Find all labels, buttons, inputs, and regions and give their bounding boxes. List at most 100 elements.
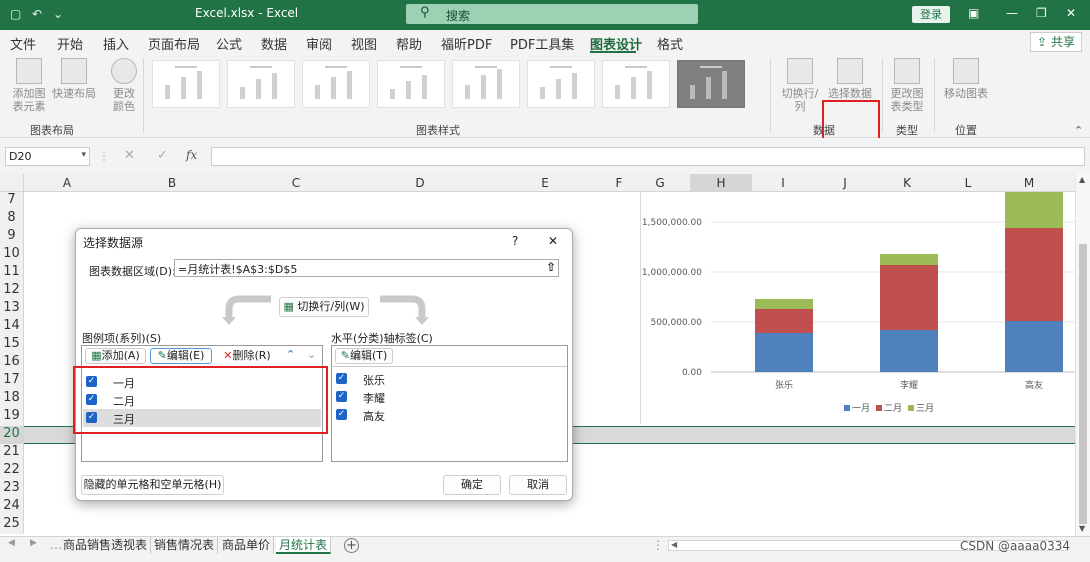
autosave-icon[interactable]: ▢ [10,7,21,21]
minimize-icon[interactable]: — [1006,6,1018,20]
chevron-down-icon[interactable]: ▾ [81,150,86,160]
search-box[interactable]: ⚲ 搜索 [406,4,698,24]
scroll-down-icon[interactable]: ▼ [1079,524,1085,533]
col-header-m[interactable]: M [998,176,1060,190]
menu-page-layout[interactable]: 页面布局 [148,34,200,53]
chart-styles-gallery[interactable] [148,54,768,120]
login-button[interactable]: 登录 [912,6,950,23]
vertical-scrollbar[interactable]: ▲ ▼ [1075,174,1090,536]
add-series-button[interactable]: ▦添加(A) [85,348,146,364]
sheet-tab[interactable]: 商品销售透视表 [60,537,152,554]
row-header[interactable]: 25 [0,516,24,534]
sheet-tab[interactable]: 销售情况表 [151,537,219,554]
menu-help[interactable]: 帮助 [396,34,422,53]
customize-quick-access-icon[interactable]: ⌄ [53,7,63,21]
col-header-h[interactable]: H [690,174,752,192]
collapse-ribbon-icon[interactable]: ⌃ [1074,124,1083,137]
change-chart-type-button[interactable]: 更改图表类型 [886,58,928,113]
col-header-k[interactable]: K [876,176,938,190]
hidden-empty-cells-button[interactable]: 隐藏的单元格和空单元格(H) [81,475,224,495]
chart-style-thumb[interactable] [602,60,670,108]
col-header-c[interactable]: C [234,176,358,190]
col-header-d[interactable]: D [358,176,482,190]
sheet-tab-active[interactable]: 月统计表 [276,537,332,554]
restore-icon[interactable]: ❐ [1036,6,1047,20]
menu-formulas[interactable]: 公式 [216,34,242,53]
row-header[interactable]: 19 [0,408,24,426]
row-header[interactable]: 12 [0,282,24,300]
axis-label-item[interactable]: ✓ 张乐 [333,370,566,388]
help-button[interactable]: ? [512,234,518,248]
move-down-icon[interactable]: ⌄ [307,348,316,361]
col-header-g[interactable]: G [630,176,690,190]
chart-style-thumb[interactable] [302,60,370,108]
edit-series-button[interactable]: ✎编辑(E) [150,348,212,364]
name-box[interactable]: D20 ▾ [5,147,90,166]
scroll-up-icon[interactable]: ▲ [1079,175,1085,184]
menu-file[interactable]: 文件 [10,34,36,53]
add-sheet-icon[interactable]: + [344,538,359,553]
row-header[interactable]: 17 [0,372,24,390]
scroll-left-icon[interactable]: ◀ [671,540,677,549]
stacked-column-chart[interactable]: 0.00 500,000.00 1,000,000.00 1,500,000.00 张乐… [640,192,1076,424]
menu-foxit-pdf[interactable]: 福昕PDF [441,34,492,53]
delete-series-button[interactable]: ✕删除(R) [216,348,278,364]
ribbon-display-icon[interactable]: ▣ [968,6,979,20]
col-header-i[interactable]: I [752,176,814,190]
chart-data-range-input[interactable]: =月统计表!$A$3:$D$5 [174,259,559,277]
edit-axis-labels-button[interactable]: ✎编辑(T) [335,348,393,364]
chart-style-thumb[interactable] [452,60,520,108]
undo-icon[interactable]: ↶ [32,7,42,21]
add-chart-element-button[interactable]: 添加图表元素 [8,58,50,113]
row-header-selected[interactable]: 20 [0,426,24,444]
dialog-close-button[interactable]: ✕ [548,234,558,248]
chart-style-thumb[interactable] [152,60,220,108]
col-header-e[interactable]: E [482,176,608,190]
sheet-tab[interactable]: 商品单价 [219,537,275,554]
menu-review[interactable]: 审阅 [306,34,332,53]
col-header-f[interactable]: F [608,176,630,190]
checkbox-checked-icon[interactable]: ✓ [336,391,347,402]
select-all-corner[interactable] [0,174,24,192]
row-header[interactable]: 8 [0,210,24,228]
chart-style-thumb[interactable] [677,60,745,108]
select-data-button[interactable]: 选择数据 [826,58,874,100]
row-header[interactable]: 13 [0,300,24,318]
close-icon[interactable]: ✕ [1066,6,1076,20]
menu-pdf-tools[interactable]: PDF工具集 [510,34,574,53]
quick-layout-button[interactable]: 快速布局 [52,58,96,100]
col-header-a[interactable]: A [24,176,110,190]
row-header[interactable]: 24 [0,498,24,516]
ok-button[interactable]: 确定 [443,475,501,495]
row-header[interactable]: 18 [0,390,24,408]
chart-style-thumb[interactable] [377,60,445,108]
menu-format[interactable]: 格式 [657,34,683,53]
scroll-thumb[interactable] [1079,244,1087,524]
row-header[interactable]: 23 [0,480,24,498]
row-header[interactable]: 10 [0,246,24,264]
change-colors-button[interactable]: 更改颜色 [108,58,140,113]
axis-label-item[interactable]: ✓ 高友 [333,406,566,424]
row-header[interactable]: 22 [0,462,24,480]
enter-icon[interactable]: ✓ [157,148,168,163]
col-header-j[interactable]: J [814,176,876,190]
axis-label-item[interactable]: ✓ 李耀 [333,388,566,406]
menu-home[interactable]: 开始 [57,34,83,53]
share-button[interactable]: ⇪ 共享 [1030,32,1082,52]
insert-function-icon[interactable]: fx [186,148,197,162]
menu-data[interactable]: 数据 [261,34,287,53]
switch-row-col-dialog-button[interactable]: ▦ 切换行/列(W) [279,297,369,317]
chart-style-thumb[interactable] [527,60,595,108]
move-chart-button[interactable]: 移动图表 [942,58,990,100]
row-header[interactable]: 9 [0,228,24,246]
chart-style-thumb[interactable] [227,60,295,108]
collapse-dialog-icon[interactable]: ⇧ [546,260,556,274]
prev-sheet-icon[interactable]: ◀ [8,538,15,548]
menu-view[interactable]: 视图 [351,34,377,53]
menu-insert[interactable]: 插入 [103,34,129,53]
col-header-l[interactable]: L [938,176,998,190]
row-header[interactable]: 15 [0,336,24,354]
checkbox-checked-icon[interactable]: ✓ [336,409,347,420]
move-up-icon[interactable]: ⌃ [286,348,295,361]
row-header[interactable]: 14 [0,318,24,336]
